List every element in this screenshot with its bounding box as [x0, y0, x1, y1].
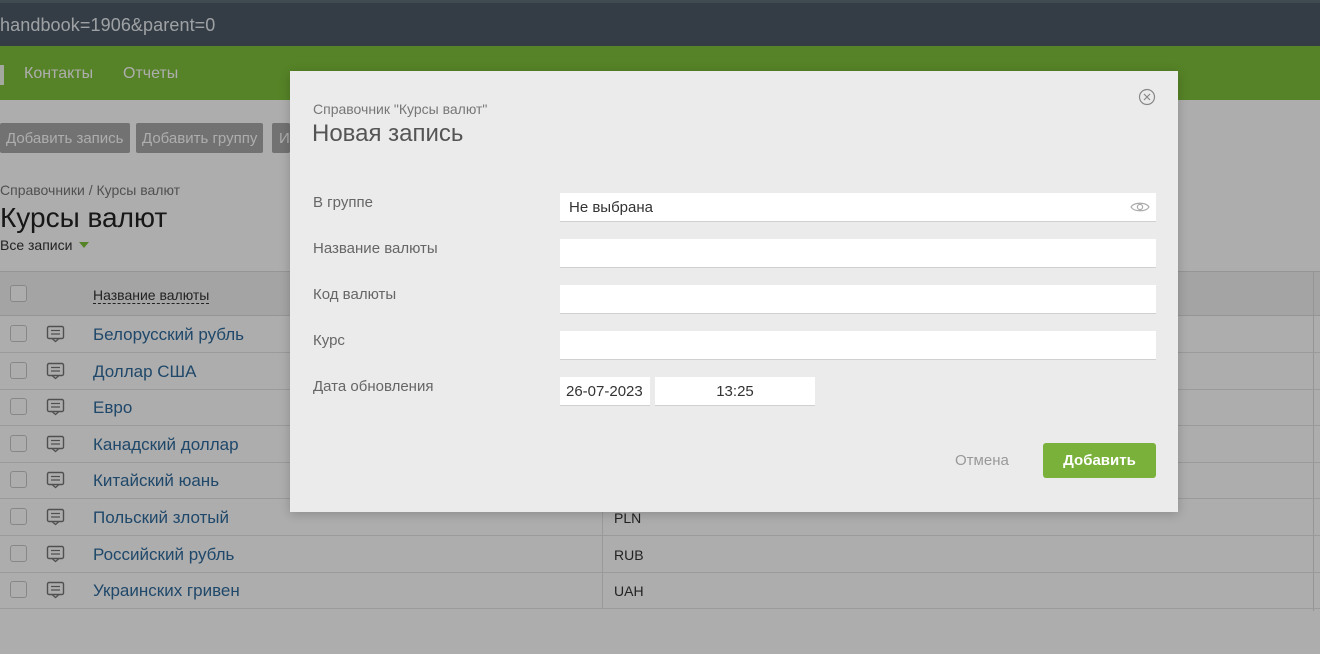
group-value: Не выбрана: [569, 199, 653, 216]
dialog-subtitle: Справочник "Курсы валют": [313, 101, 488, 117]
add-button[interactable]: Добавить: [1043, 443, 1156, 478]
group-select[interactable]: Не выбрана: [560, 193, 1156, 222]
date-input[interactable]: 26-07-2023: [560, 377, 650, 406]
rate-label: Курс: [313, 332, 345, 349]
rate-input[interactable]: [560, 331, 1156, 360]
group-label: В группе: [313, 194, 373, 211]
currency-name-label: Название валюты: [313, 240, 438, 257]
dialog-title: Новая запись: [312, 120, 464, 147]
updated-label: Дата обновления: [313, 378, 434, 395]
currency-code-input[interactable]: [560, 285, 1156, 314]
new-record-dialog: Справочник "Курсы валют" Новая запись В …: [290, 71, 1178, 512]
time-input[interactable]: 13:25: [655, 377, 815, 406]
close-icon[interactable]: [1138, 88, 1156, 106]
cancel-button[interactable]: Отмена: [955, 452, 1009, 469]
currency-code-label: Код валюты: [313, 286, 397, 303]
currency-name-input[interactable]: [560, 239, 1156, 268]
eye-icon[interactable]: [1130, 200, 1150, 214]
